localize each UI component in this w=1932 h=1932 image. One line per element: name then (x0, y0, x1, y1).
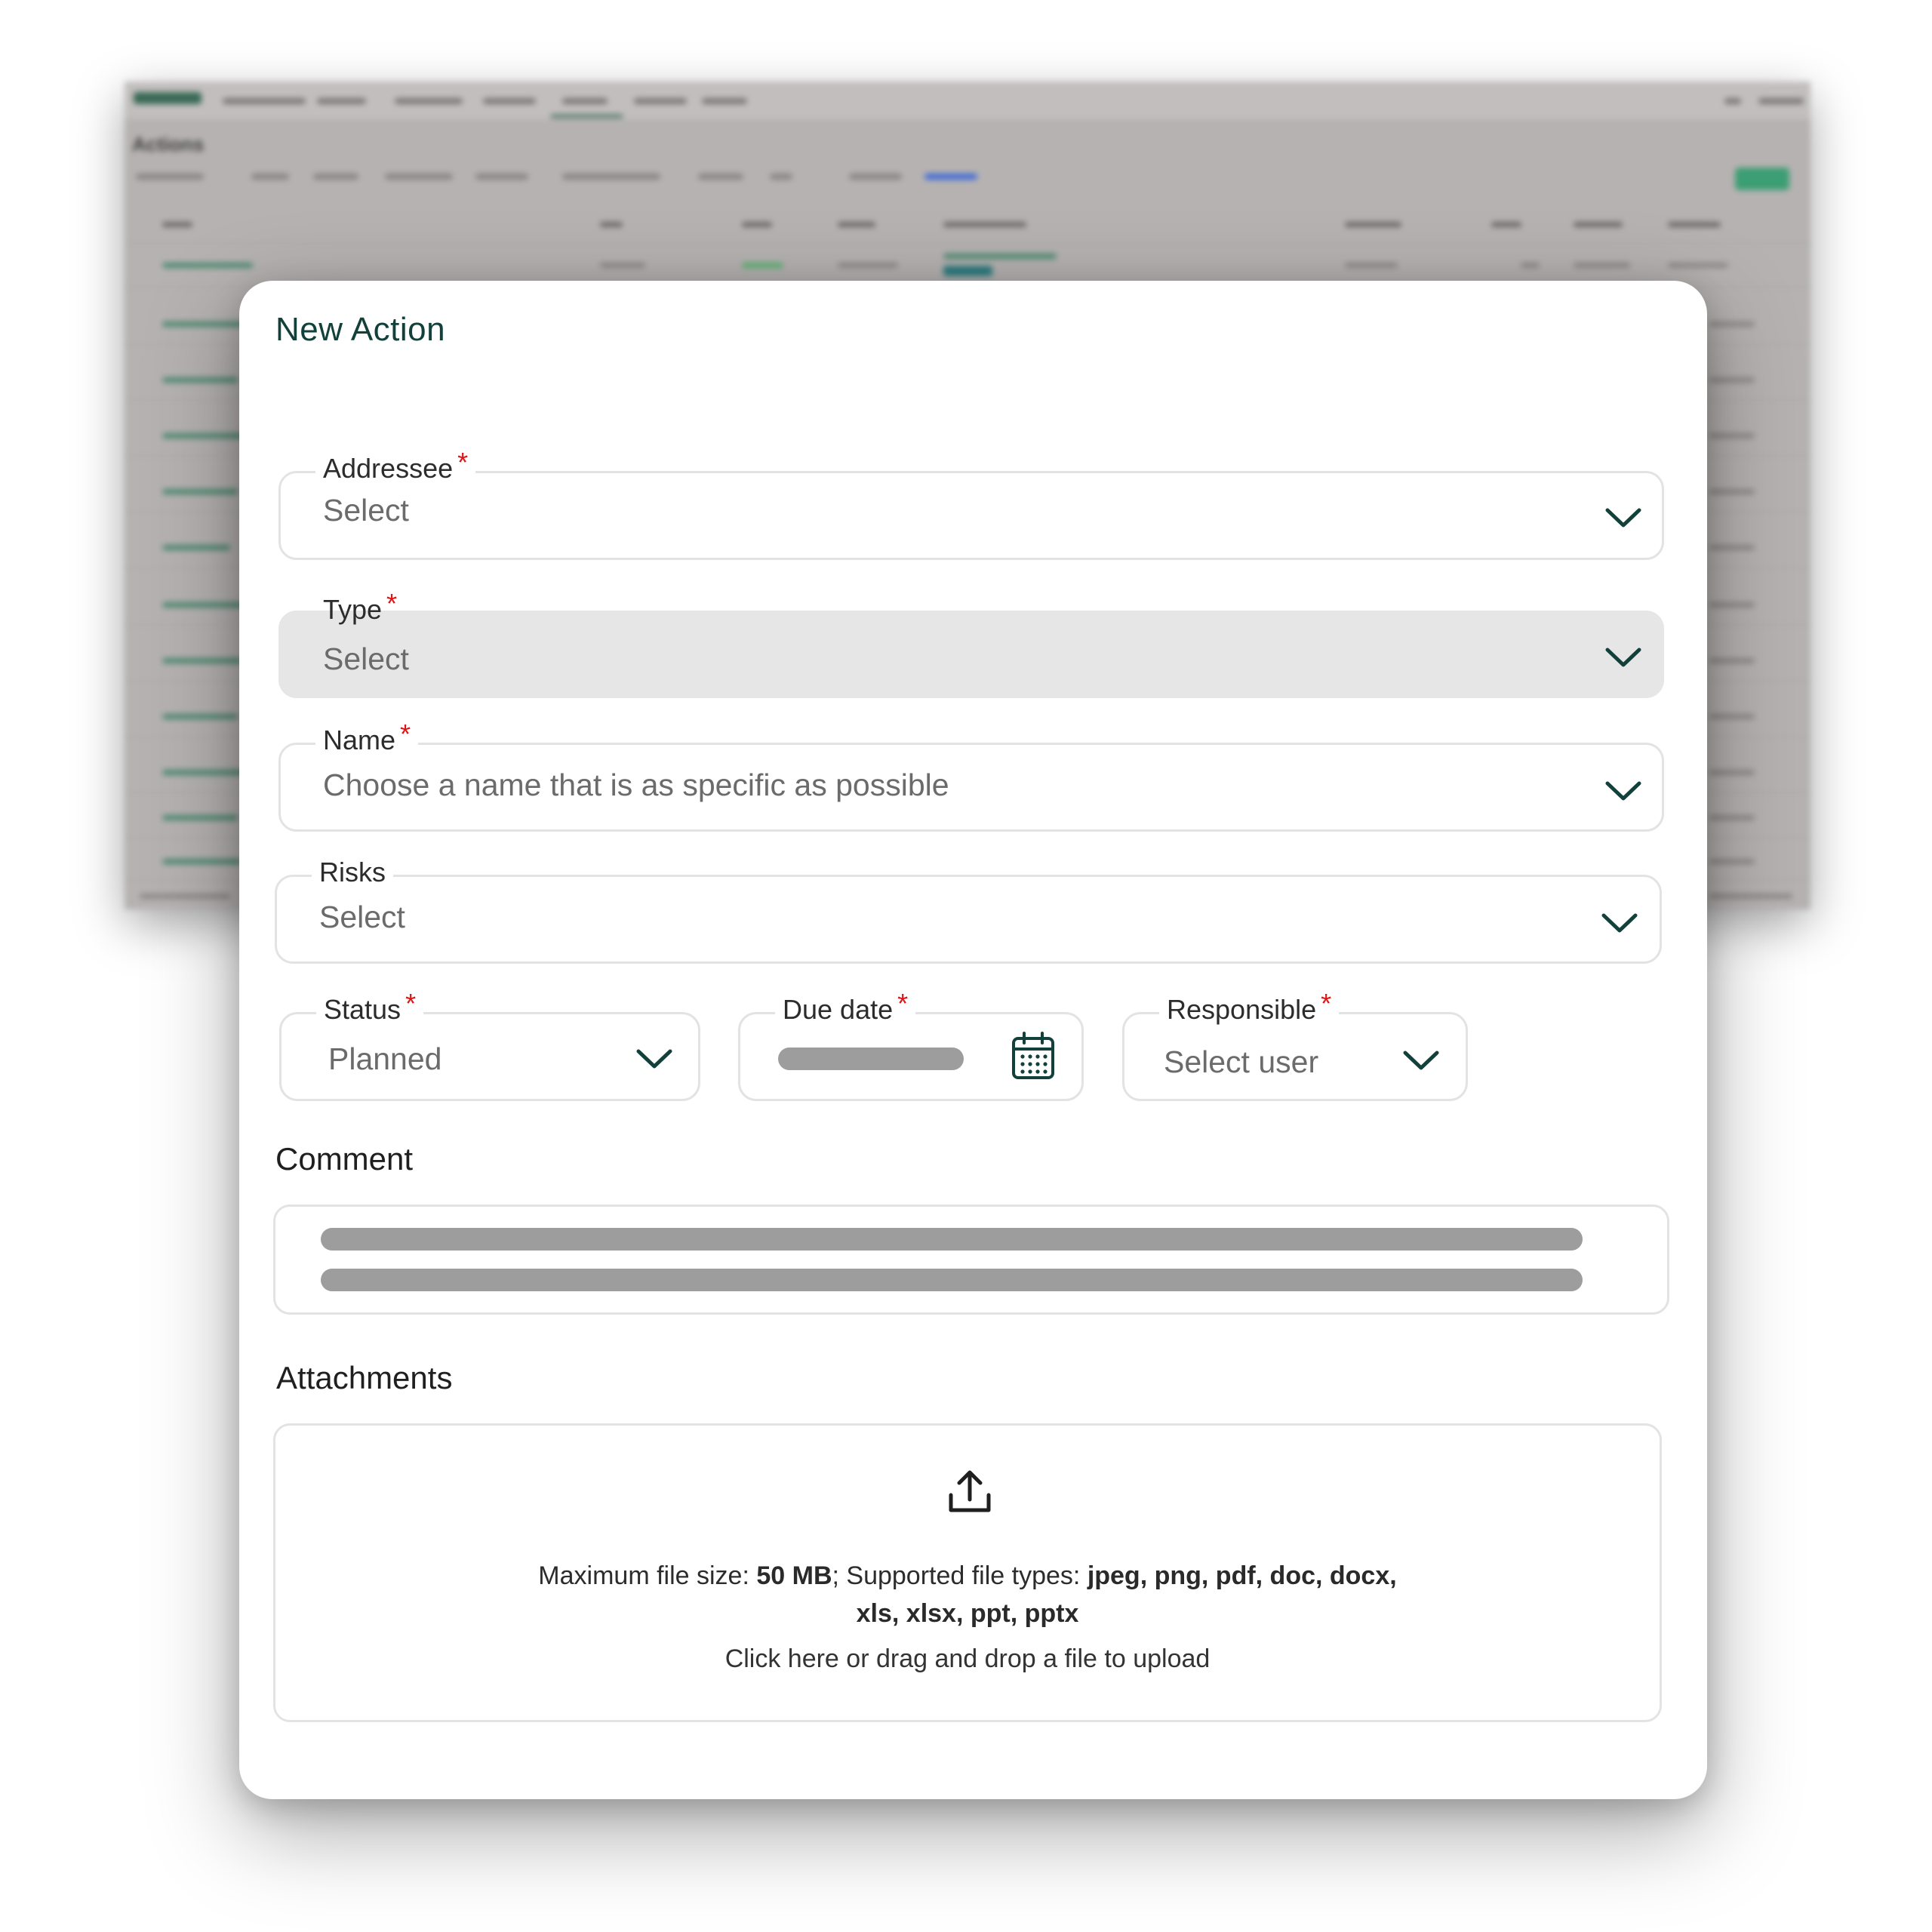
type-label-text: Type (323, 594, 383, 625)
required-marker: * (386, 588, 398, 619)
new-action-modal: New Action Addressee * Select Type * Selec… (239, 281, 1707, 1799)
addressee-value: Select (323, 493, 409, 528)
status-select[interactable]: Status * Planned (279, 988, 700, 1101)
max-size-prefix: Maximum file size: (538, 1561, 757, 1590)
due-date-label-text: Due date (783, 994, 894, 1025)
status-label: Status * (316, 988, 424, 1028)
file-upload-dropzone[interactable]: Maximum file size: 50 MB; Supported file… (273, 1423, 1662, 1722)
risks-select[interactable]: Risks Select (275, 854, 1662, 964)
addressee-select[interactable]: Addressee * Select (278, 447, 1664, 560)
background-top-nav (125, 82, 1810, 119)
types-line-1: jpeg, png, pdf, doc, docx, (1087, 1561, 1397, 1590)
upload-constraints: Maximum file size: 50 MB; Supported file… (275, 1557, 1660, 1632)
upload-instructions: Click here or drag and drop a file to up… (724, 1644, 1211, 1673)
types-line-2: xls, xlsx, ppt, pptx (856, 1599, 1079, 1628)
status-value: Planned (328, 1041, 442, 1076)
comment-redacted-line (321, 1269, 1583, 1291)
due-date-field[interactable]: Due date * (738, 988, 1084, 1101)
background-logo (134, 92, 202, 104)
comment-textarea[interactable] (273, 1204, 1669, 1315)
status-label-text: Status (324, 994, 401, 1025)
name-placeholder: Choose a name that is as specific as pos… (323, 768, 949, 802)
background-page-title: Actions (132, 133, 205, 155)
max-size-value: 50 MB (756, 1561, 832, 1590)
risks-value: Select (319, 900, 405, 934)
required-marker: * (1321, 988, 1332, 1019)
due-date-label: Due date * (775, 988, 916, 1028)
chevron-down-icon (1605, 781, 1641, 801)
attachments-label: Attachments (276, 1360, 453, 1395)
chevron-down-icon (1601, 913, 1638, 933)
chevron-down-icon (636, 1049, 672, 1069)
responsible-select[interactable]: Responsible * Select user (1122, 988, 1468, 1101)
chevron-down-icon (1605, 648, 1641, 667)
name-label-text: Name (323, 724, 396, 755)
required-marker: * (897, 988, 909, 1019)
upload-icon (949, 1470, 991, 1512)
types-prefix: ; Supported file types: (832, 1561, 1088, 1590)
addressee-label-text: Addressee (323, 453, 454, 484)
due-date-redacted-value (778, 1048, 964, 1070)
required-marker: * (400, 718, 411, 749)
risks-label-text: Risks (319, 857, 386, 888)
comment-label: Comment (275, 1141, 414, 1177)
responsible-label: Responsible * (1159, 988, 1340, 1028)
modal-title: New Action (275, 311, 446, 348)
chevron-down-icon (1403, 1051, 1439, 1070)
required-marker: * (457, 447, 469, 478)
name-select[interactable]: Name * Choose a name that is as specific … (278, 718, 1664, 832)
name-label: Name * (315, 718, 419, 758)
required-marker: * (405, 988, 417, 1019)
addressee-label: Addressee * (315, 447, 476, 487)
chevron-down-icon (1605, 508, 1641, 528)
risks-label: Risks (312, 854, 393, 891)
type-value: Select (323, 641, 409, 676)
comment-redacted-line (321, 1228, 1583, 1251)
type-label: Type * (315, 588, 405, 628)
background-new-button (1735, 168, 1789, 190)
calendar-icon[interactable] (1011, 1031, 1056, 1081)
responsible-label-text: Responsible (1167, 994, 1317, 1025)
type-select[interactable]: Type * Select (278, 588, 1664, 698)
responsible-value: Select user (1164, 1044, 1319, 1079)
